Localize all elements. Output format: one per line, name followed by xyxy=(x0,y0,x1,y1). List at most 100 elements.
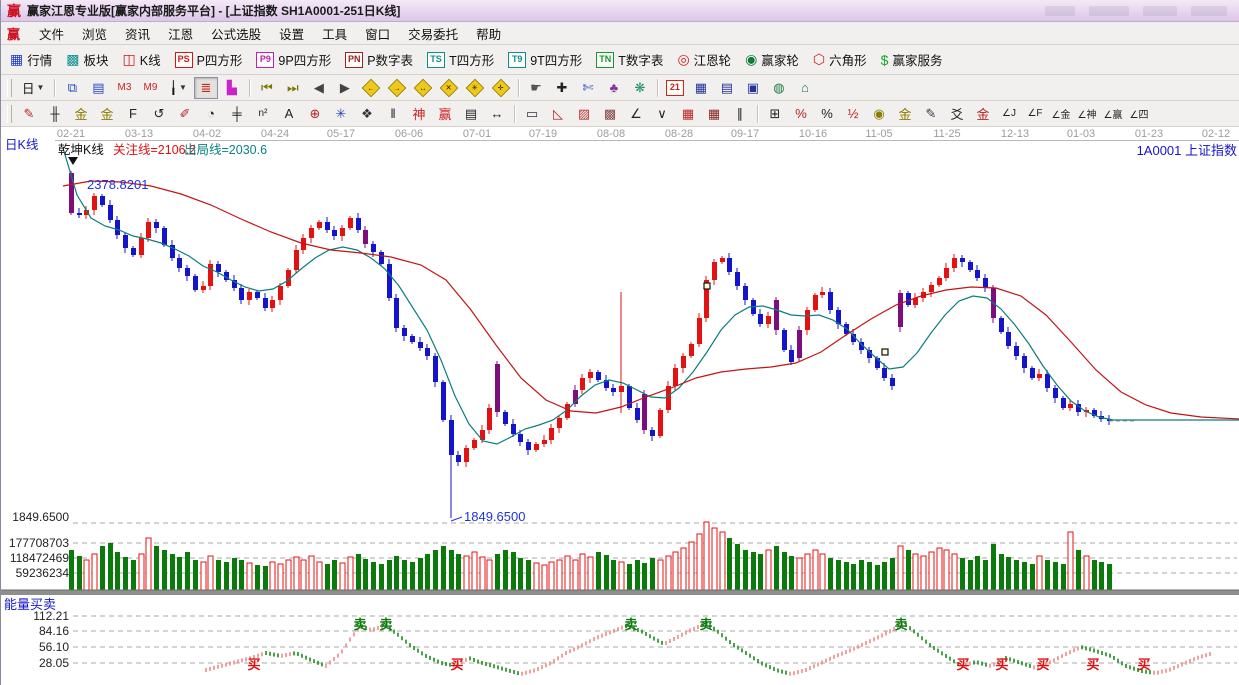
kline-chart-canvas[interactable]: 02-2103-1304-0204-2405-1706-0607-0107-19… xyxy=(1,127,1239,685)
toolbar-button-crosshair-tool[interactable]: ✚ xyxy=(550,77,574,99)
toolbar-button-box-select[interactable]: ▭ xyxy=(520,103,544,125)
toolbar-button-calculator[interactable]: ▦ xyxy=(689,77,713,99)
toolbar-button-winner-wheel[interactable]: ◉赢家轮 xyxy=(738,47,806,72)
toolbar-button-gann-line[interactable]: ╫ xyxy=(43,103,67,125)
toolbar-button-percent-line[interactable]: % xyxy=(789,103,813,125)
toolbar-button-star-web[interactable]: ✳ xyxy=(329,103,353,125)
toolbar-button-info-document[interactable]: ▤ xyxy=(86,77,110,99)
toolbar-button-fibonacci-line[interactable]: F xyxy=(121,103,145,125)
title-bar[interactable]: 赢 赢家江恩专业版[赢家内部服务平台] - [上证指数 SH1A0001-251… xyxy=(1,0,1239,22)
toolbar-button-angle-f[interactable]: ∠F xyxy=(1023,103,1047,125)
menu-item-0[interactable]: 文件 xyxy=(30,22,73,45)
toolbar-button-remote-data[interactable]: ⌂ xyxy=(793,77,817,99)
menu-item-3[interactable]: 江恩 xyxy=(159,22,202,45)
menu-item-5[interactable]: 设置 xyxy=(270,22,313,45)
toolbar-button-gann-wheel[interactable]: ◎江恩轮 xyxy=(670,47,738,72)
toolbar-button-pencil-tool-2[interactable]: ✐ xyxy=(173,103,197,125)
toolbar-button-first-page[interactable]: ⏮ xyxy=(255,77,279,99)
toolbar-button-calendar-21[interactable]: 21 xyxy=(663,77,687,99)
toolbar-button-9t-square[interactable]: T99T四方形 xyxy=(501,47,589,72)
toolbar-button-yao-lines[interactable]: 爻 xyxy=(945,103,969,125)
toolbar-button-scroll-right[interactable]: ▶ xyxy=(333,77,357,99)
toolbar-button-golden-section[interactable]: 金 xyxy=(69,103,93,125)
toolbar-button-gold-red-level[interactable]: 金 xyxy=(971,103,995,125)
toolbar-button-kline[interactable]: ◫K线 xyxy=(116,47,168,72)
menu-item-4[interactable]: 公式选股 xyxy=(202,22,270,45)
menu-item-2[interactable]: 资讯 xyxy=(116,22,159,45)
menu-item-8[interactable]: 交易委托 xyxy=(399,22,467,45)
toolbar-button-9p-square[interactable]: P99P四方形 xyxy=(249,47,338,72)
toolbar-button-gann-line-2[interactable]: ╪ xyxy=(225,103,249,125)
toolbar-button-period-day-dropdown[interactable]: 日▼ xyxy=(16,76,50,99)
toolbar-button-m3-chart[interactable]: M3 xyxy=(112,77,136,99)
toolbar-button-t-square[interactable]: TST四方形 xyxy=(420,47,501,72)
toolbar-button-quotes[interactable]: ▦行情 xyxy=(3,47,59,72)
toolbar-button-n-square[interactable]: n² xyxy=(251,103,275,125)
toolbar-button-gann-circle[interactable]: ⊕ xyxy=(303,103,327,125)
toolbar-button-width-measure[interactable]: ↔ xyxy=(485,103,509,125)
toolbar-button-notepad[interactable]: ▤ xyxy=(715,77,739,99)
toolbar-button-shrink-right[interactable]: → xyxy=(385,77,409,99)
toolbar-button-tree-tool[interactable]: ♣ xyxy=(602,77,626,99)
toolbar-grip[interactable] xyxy=(7,79,12,97)
toolbar-button-angle-a[interactable]: A xyxy=(277,103,301,125)
toolbar-button-candle-style-dropdown[interactable]: ╽▼ xyxy=(163,78,192,97)
toolbar-button-grid-tool[interactable]: ▦ xyxy=(676,103,700,125)
menu-item-6[interactable]: 工具 xyxy=(313,22,356,45)
toolbar-button-compress-x[interactable]: ✕ xyxy=(437,77,461,99)
toolbar-button-hexagon[interactable]: ⬡六角形 xyxy=(806,47,874,72)
toolbar-button-parallel-lines[interactable]: ‖ xyxy=(381,103,405,125)
toolbar-button-cut-tool[interactable]: ✄ xyxy=(576,77,600,99)
toolbar-button-restore-x[interactable]: ✛ xyxy=(489,77,513,99)
toolbar-button-gann-fan[interactable]: ◺ xyxy=(546,103,570,125)
toolbar-button-vee-tool[interactable]: ∨ xyxy=(650,103,674,125)
toolbar-button-sectors[interactable]: ▩板块 xyxy=(59,47,115,72)
toolbar-button-angle-four[interactable]: ∠四 xyxy=(1127,103,1151,125)
toolbar-button-percent-tool[interactable]: % xyxy=(815,103,839,125)
toolbar-button-pattern-window[interactable]: ⧉ xyxy=(60,77,84,99)
toolbar-button-winner-service[interactable]: $赢家服务 xyxy=(874,47,950,72)
toolbar-button-bars-scale[interactable]: ⊞ xyxy=(763,103,787,125)
toolbar-button-slash-lines[interactable]: ∥ xyxy=(728,103,752,125)
toolbar-button-spiral-tool[interactable]: ↺ xyxy=(147,103,171,125)
toolbar-button-shaded-box[interactable]: ▨ xyxy=(572,103,596,125)
toolbar-button-shrink-left[interactable]: ← xyxy=(359,77,383,99)
toolbar-button-ruler-table[interactable]: ▤ xyxy=(459,103,483,125)
menu-item-1[interactable]: 浏览 xyxy=(73,22,116,45)
toolbar-button-gold-level[interactable]: 金 xyxy=(893,103,917,125)
menu-item-7[interactable]: 窗口 xyxy=(356,22,399,45)
toolbar-button-grid-tool-2[interactable]: ▦ xyxy=(702,103,726,125)
toolbar-button-golden-box[interactable]: 金 xyxy=(95,103,119,125)
toolbar-button-fit-width[interactable]: ↔ xyxy=(411,77,435,99)
toolbar-button-hand-tool[interactable]: ☛ xyxy=(524,77,548,99)
toolbar-button-shen-tool[interactable]: 神 xyxy=(407,103,431,125)
toolbar-button-mark-pencil[interactable]: ✎ xyxy=(919,103,943,125)
toolbar-button-scroll-left[interactable]: ◀ xyxy=(307,77,331,99)
toolbar-button-pencil-tool[interactable]: ✎ xyxy=(17,103,41,125)
toolbar-button-box-web[interactable]: ❖ xyxy=(355,103,379,125)
toolbar-button-data-export[interactable]: ◍ xyxy=(767,77,791,99)
toolbar-button-color-histogram[interactable]: ▙ xyxy=(220,77,244,99)
toolbar-button-half-levels[interactable]: ½ xyxy=(841,103,865,125)
toolbar-button-p-square[interactable]: PSP四方形 xyxy=(168,47,250,72)
volume-bar-down xyxy=(611,560,616,590)
menu-item-9[interactable]: 帮助 xyxy=(467,22,510,45)
toolbar-button-angle-j[interactable]: ∠J xyxy=(997,103,1021,125)
toolbar-button-web-tool[interactable]: ❋ xyxy=(628,77,652,99)
toolbar-button-ying-tool[interactable]: 赢 xyxy=(433,103,457,125)
toolbar-button-qiankun-kline-toggle[interactable]: ≣ xyxy=(194,77,218,99)
toolbar-button-save[interactable]: ▣ xyxy=(741,77,765,99)
toolbar-button-m9-chart[interactable]: M9 xyxy=(138,77,162,99)
toolbar-button-gold-circle[interactable]: ◉ xyxy=(867,103,891,125)
toolbar-button-t-table[interactable]: TNT数字表 xyxy=(589,47,670,72)
toolbar-button-angle-gold[interactable]: ∠金 xyxy=(1049,103,1073,125)
toolbar-grip[interactable] xyxy=(7,105,12,123)
toolbar-button-last-page[interactable]: ⏭ xyxy=(281,77,305,99)
toolbar-button-angle-shen[interactable]: ∠神 xyxy=(1075,103,1099,125)
toolbar-button-angle-ying[interactable]: ∠赢 xyxy=(1101,103,1125,125)
toolbar-button-expand-x[interactable]: ✳ xyxy=(463,77,487,99)
toolbar-button-web-box[interactable]: ▩ xyxy=(598,103,622,125)
toolbar-button-angle-tool[interactable]: ∠ xyxy=(624,103,648,125)
toolbar-button-p-table[interactable]: PNP数字表 xyxy=(338,47,420,72)
toolbar-button-gann-clock[interactable]: ◔ xyxy=(199,103,223,125)
